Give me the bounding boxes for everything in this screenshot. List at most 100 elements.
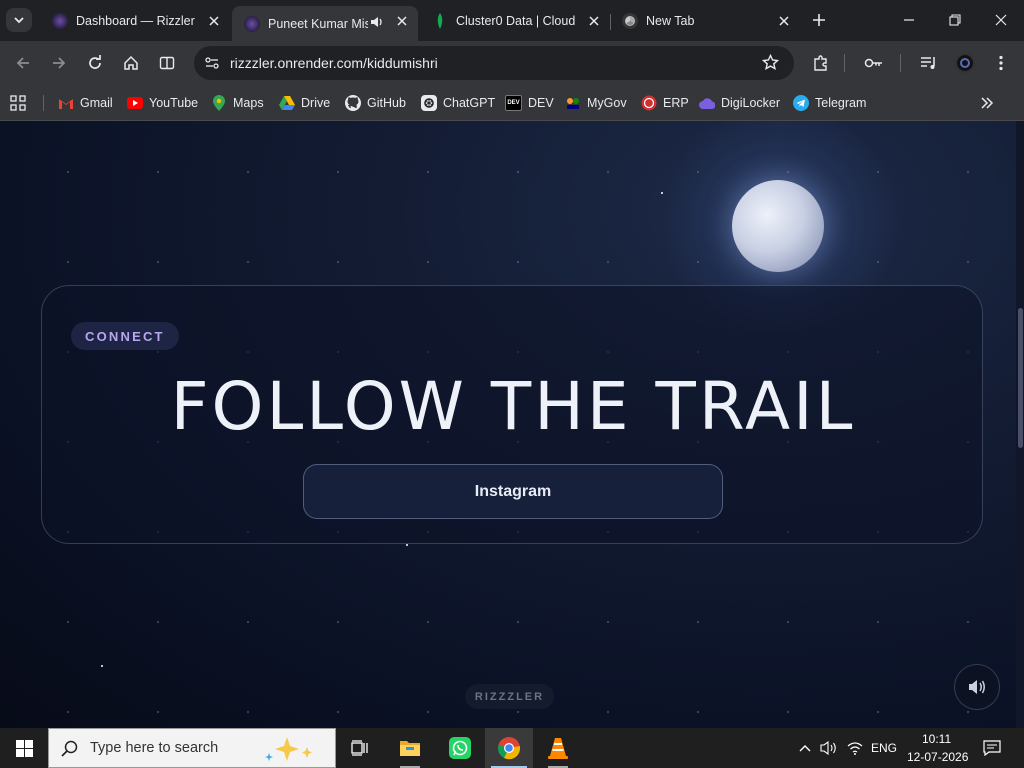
tab-new-tab[interactable]: New Tab [610,6,800,36]
star [661,192,663,194]
vlc-taskbar[interactable] [534,728,582,768]
password-manager-button[interactable] [861,50,887,76]
toolbar-separator [900,54,901,72]
forward-button[interactable] [46,50,72,76]
clock-time[interactable]: 10:11 [922,732,951,746]
bookmark-mygov[interactable]: MyGov [565,92,627,114]
browser-toolbar: rizzzler.onrender.com/kiddumishri [0,41,1024,85]
bookmark-dev[interactable]: DEV DEV [505,92,554,114]
start-button[interactable] [0,728,48,768]
volume-tray-button[interactable] [816,728,842,768]
instagram-button[interactable]: Instagram [303,464,723,519]
language-indicator[interactable]: ENG [871,741,897,755]
scrollbar-thumb[interactable] [1018,308,1023,448]
task-view-button[interactable] [336,728,384,768]
bookmark-youtube[interactable]: YouTube [127,92,198,114]
close-icon[interactable] [206,13,222,29]
chrome-taskbar[interactable] [485,728,533,768]
tab-label: New Tab [646,14,695,28]
windows-logo-icon [15,739,33,757]
bookmark-github[interactable]: GitHub [345,92,406,114]
restore-button[interactable] [932,0,978,40]
speaker-icon[interactable] [370,15,384,34]
bookmark-erp[interactable]: ERP [641,92,689,114]
search-icon [61,740,78,757]
bookmark-label: ERP [663,96,689,110]
reload-button[interactable] [82,50,108,76]
erp-icon [641,95,657,111]
mongodb-leaf-icon [432,13,448,29]
close-icon[interactable] [394,13,410,29]
restore-icon [949,14,961,26]
extensions-button[interactable] [808,50,834,76]
notification-center-button[interactable] [978,728,1006,768]
minimize-button[interactable] [886,0,932,40]
windows-taskbar: Type here to search ENG 10:11 12-07-2026 [0,728,1024,768]
rizzler-favicon-icon [52,13,68,29]
close-icon[interactable] [586,13,602,29]
page-viewport: CONNECT FOLLOW THE TRAIL Instagram RIZZZ… [0,121,1024,728]
volume-icon [820,741,836,755]
tab-label: Dashboard — Rizzler [76,14,195,28]
wifi-icon [847,742,863,755]
bookmark-chatgpt[interactable]: ChatGPT [421,92,495,114]
sound-toggle-button[interactable] [954,664,1000,710]
key-icon [864,58,882,68]
vlc-cone-icon [548,738,568,759]
digilocker-cloud-icon [699,95,715,111]
close-icon[interactable] [776,13,792,29]
notification-icon [983,740,1001,756]
split-view-button[interactable] [154,50,180,76]
copilot-sparkle-icon[interactable] [265,735,327,768]
youtube-icon [127,95,143,111]
bookmark-telegram[interactable]: Telegram [793,92,866,114]
more-bookmarks-button[interactable] [980,92,994,114]
address-bar[interactable]: rizzzler.onrender.com/kiddumishri [194,46,794,80]
media-queue-icon [921,57,935,69]
github-icon [345,95,361,111]
telegram-icon [793,95,809,111]
taskbar-search-box[interactable]: Type here to search [48,728,336,768]
apps-button[interactable] [10,92,26,114]
clock-date[interactable]: 12-07-2026 [907,750,968,764]
kebab-menu-icon [999,55,1003,71]
tab-cluster0[interactable]: Cluster0 Data | Cloud: [420,6,611,36]
url-text[interactable]: rizzzler.onrender.com/kiddumishri [230,55,438,71]
rizzler-favicon-icon [244,15,260,32]
puzzle-icon [814,55,827,71]
bookmark-maps[interactable]: Maps [211,92,264,114]
bookmark-digilocker[interactable]: DigiLocker [699,92,780,114]
bookmark-label: Maps [233,96,264,110]
star [101,665,103,667]
file-explorer-taskbar[interactable] [386,728,434,768]
site-info-icon[interactable] [204,55,220,76]
back-button[interactable] [10,50,36,76]
show-hidden-icons-button[interactable] [792,728,818,768]
bookmark-label: GitHub [367,96,406,110]
tab-search-button[interactable] [6,8,32,32]
profile-avatar[interactable] [952,50,978,76]
chevron-down-icon [14,17,24,24]
bookmarks-separator [43,95,44,111]
search-placeholder: Type here to search [90,740,219,756]
bookmark-label: DigiLocker [721,96,781,110]
whatsapp-icon [449,737,471,759]
tab-dashboard[interactable]: Dashboard — Rizzler [40,6,230,36]
tab-puneet-active[interactable]: Puneet Kumar Mish [232,6,418,41]
browser-tab-strip: Dashboard — Rizzler Puneet Kumar Mish Cl… [0,0,1024,41]
home-button[interactable] [118,50,144,76]
bookmark-star-icon[interactable] [761,53,780,76]
connect-card: CONNECT FOLLOW THE TRAIL Instagram [41,285,983,544]
bookmark-gmail[interactable]: Gmail [58,92,113,114]
maps-pin-icon [211,95,227,111]
bookmark-drive[interactable]: Drive [279,92,330,114]
bookmark-label: ChatGPT [443,96,496,110]
close-window-button[interactable] [978,0,1024,40]
media-controls-button[interactable] [916,50,942,76]
gmail-icon [58,95,74,111]
chrome-menu-button[interactable] [988,50,1014,76]
bookmarks-bar: Gmail YouTube Maps Drive GitHub ChatGPT … [0,85,1024,121]
new-tab-button[interactable] [808,9,830,31]
network-tray-button[interactable] [842,728,868,768]
whatsapp-taskbar[interactable] [436,728,484,768]
